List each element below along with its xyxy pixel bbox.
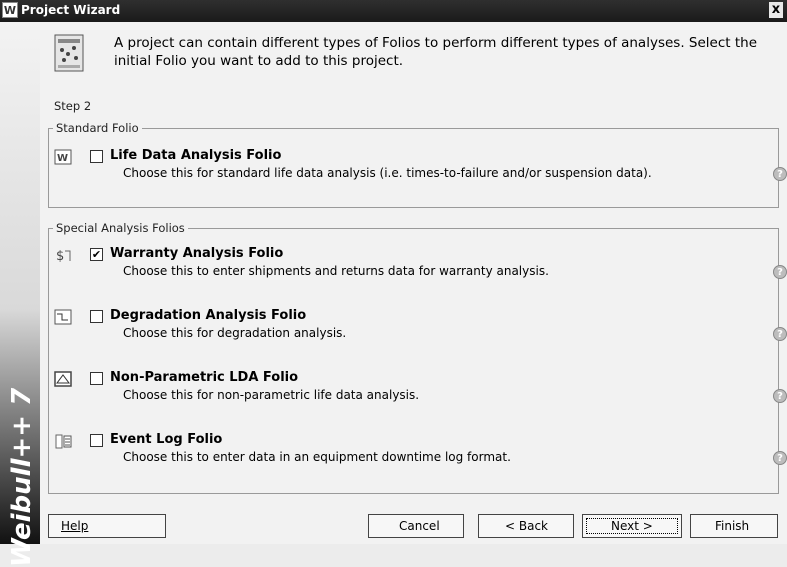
folio-wizard-icon [54,34,84,72]
folio-checkbox[interactable] [90,372,103,385]
folio-name: Non-Parametric LDA Folio [110,370,299,385]
event-log-folio-icon [55,434,72,449]
folio-description: Choose this to enter data in an equipmen… [123,450,511,464]
folio-checkbox[interactable]: ✔ [90,248,103,261]
step-label: Step 2 [54,99,92,113]
standard-folio-label: Standard Folio [53,121,142,135]
folio-description: Choose this for degradation analysis. [123,326,347,340]
next-button[interactable]: Next > [582,514,682,538]
product-name: Weibull++ 7 [7,387,37,567]
folio-description: Choose this to enter shipments and retur… [123,264,549,278]
window-title: Project Wizard [21,3,121,17]
sidebar-banner: Weibull++ 7 [0,22,40,567]
app-icon: W [2,2,18,18]
finish-button[interactable]: Finish [690,514,778,538]
non-parametric-folio-icon [54,371,72,387]
special-folio-item[interactable]: Event Log Folio Choose this to enter data… [54,431,787,471]
folio-checkbox[interactable] [90,150,103,163]
help-icon[interactable]: ? [773,265,787,279]
special-folios-label: Special Analysis Folios [53,221,188,235]
back-button[interactable]: < Back [478,514,574,538]
folio-checkbox[interactable] [90,310,103,323]
special-folio-item[interactable]: Degradation Analysis Folio Choose this fo… [54,307,787,347]
svg-text:$: $ [56,249,64,263]
special-folio-item[interactable]: Non-Parametric LDA Folio Choose this for … [54,369,787,409]
cancel-button[interactable]: Cancel [368,514,464,538]
special-folio-item[interactable]: $ ✔ Warranty Analysis Folio Choose this to … [54,245,787,285]
help-icon[interactable]: ? [773,451,787,465]
close-button[interactable]: x [769,2,783,18]
warranty-folio-icon: $ [56,249,71,263]
folio-checkbox[interactable] [90,434,103,447]
folio-description: Choose this for non-parametric life data… [123,388,420,402]
folio-name: Event Log Folio [110,432,223,447]
folio-name: Degradation Analysis Folio [110,308,307,323]
title-bar: W Project Wizard x [0,0,787,22]
intro-text: A project can contain different types of… [114,35,757,69]
folio-name: Warranty Analysis Folio [110,246,284,261]
folio-name: Life Data Analysis Folio [110,148,282,163]
wizard-content: A project can contain different types of… [40,22,787,544]
standard-folio-item[interactable]: W Life Data Analysis Folio Choose this for… [54,147,787,187]
folio-description: Choose this for standard life data analy… [123,166,652,180]
life-data-folio-icon: W [54,149,72,165]
help-button[interactable]: Help [48,514,166,538]
degradation-folio-icon [54,309,72,325]
help-icon[interactable]: ? [773,167,787,181]
help-icon[interactable]: ? [773,327,787,341]
svg-text:W: W [57,153,68,164]
help-icon[interactable]: ? [773,389,787,403]
